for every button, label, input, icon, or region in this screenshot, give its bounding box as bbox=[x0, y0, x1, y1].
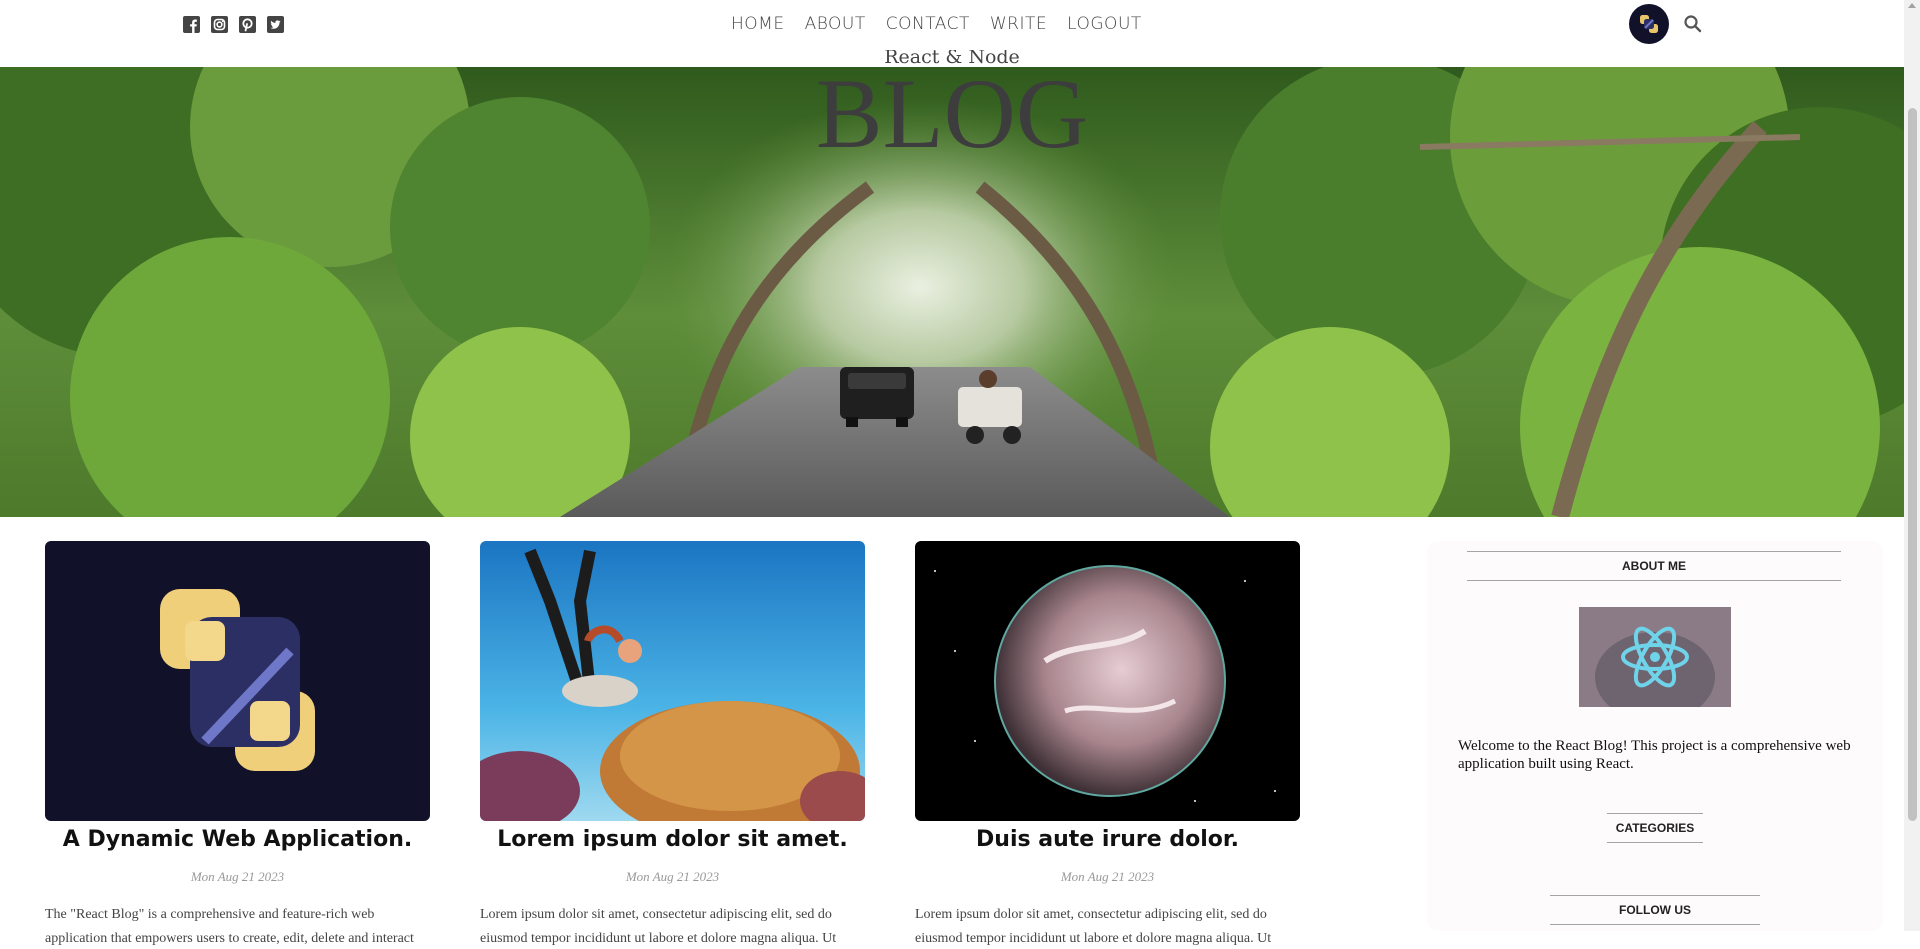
post-description: Lorem ipsum dolor sit amet, consectetur … bbox=[915, 907, 1272, 946]
post-title[interactable]: Duis aute irure dolor. bbox=[915, 823, 1300, 857]
post-card[interactable]: Duis aute irure dolor. Mon Aug 21 2023 L… bbox=[915, 541, 1300, 949]
post-title[interactable]: A Dynamic Web Application. bbox=[45, 823, 430, 857]
post-description: Lorem ipsum dolor sit amet, consectetur … bbox=[480, 907, 837, 946]
nav-contact[interactable]: CONTACT bbox=[886, 14, 970, 34]
header-titles: React & Node BLOG bbox=[0, 44, 1904, 164]
pinterest-square-icon[interactable] bbox=[238, 15, 256, 33]
sidebar: ABOUT ME Welcome to the React Blog! This… bbox=[1427, 541, 1883, 931]
top-bar: HOME ABOUT CONTACT WRITE LOGOUT bbox=[0, 0, 1904, 50]
social-icons bbox=[182, 15, 284, 33]
post-date: Mon Aug 21 2023 bbox=[190, 869, 285, 884]
user-avatar[interactable] bbox=[1629, 4, 1669, 44]
post-image-diver[interactable] bbox=[480, 541, 865, 821]
scroll-up-arrow-icon[interactable] bbox=[1908, 3, 1916, 8]
nav-about[interactable]: ABOUT bbox=[805, 14, 866, 34]
post-date: Mon Aug 21 2023 bbox=[1060, 869, 1155, 884]
post-image-planet[interactable] bbox=[915, 541, 1300, 821]
scrollbar-thumb[interactable] bbox=[1908, 108, 1917, 821]
search-icon[interactable] bbox=[1683, 14, 1703, 34]
nav-home[interactable]: HOME bbox=[731, 14, 785, 34]
nav-write[interactable]: WRITE bbox=[990, 14, 1047, 34]
post-image-app-logo[interactable] bbox=[45, 541, 430, 821]
instagram-square-icon[interactable] bbox=[210, 15, 228, 33]
post-date: Mon Aug 21 2023 bbox=[625, 869, 720, 884]
sidebar-about-text: Welcome to the React Blog! This project … bbox=[1458, 738, 1851, 772]
sidebar-categories-title: CATEGORIES bbox=[1607, 813, 1703, 843]
post-card[interactable]: Lorem ipsum dolor sit amet. Mon Aug 21 2… bbox=[480, 541, 865, 949]
sidebar-follow-title: FOLLOW US bbox=[1550, 895, 1760, 925]
main-nav: HOME ABOUT CONTACT WRITE LOGOUT bbox=[731, 14, 1142, 34]
app-logo-icon bbox=[1640, 15, 1658, 33]
post-card[interactable]: A Dynamic Web Application. Mon Aug 21 20… bbox=[45, 541, 430, 949]
sidebar-about-title: ABOUT ME bbox=[1467, 551, 1841, 581]
facebook-square-icon[interactable] bbox=[182, 15, 200, 33]
sidebar-about-image bbox=[1579, 607, 1731, 707]
post-title[interactable]: Lorem ipsum dolor sit amet. bbox=[480, 823, 865, 857]
vertical-scrollbar[interactable] bbox=[1904, 0, 1920, 931]
nav-logout[interactable]: LOGOUT bbox=[1067, 14, 1142, 34]
header-title: BLOG bbox=[815, 58, 1089, 169]
post-description: The "React Blog" is a comprehensive and … bbox=[45, 907, 414, 946]
twitter-square-icon[interactable] bbox=[266, 15, 284, 33]
